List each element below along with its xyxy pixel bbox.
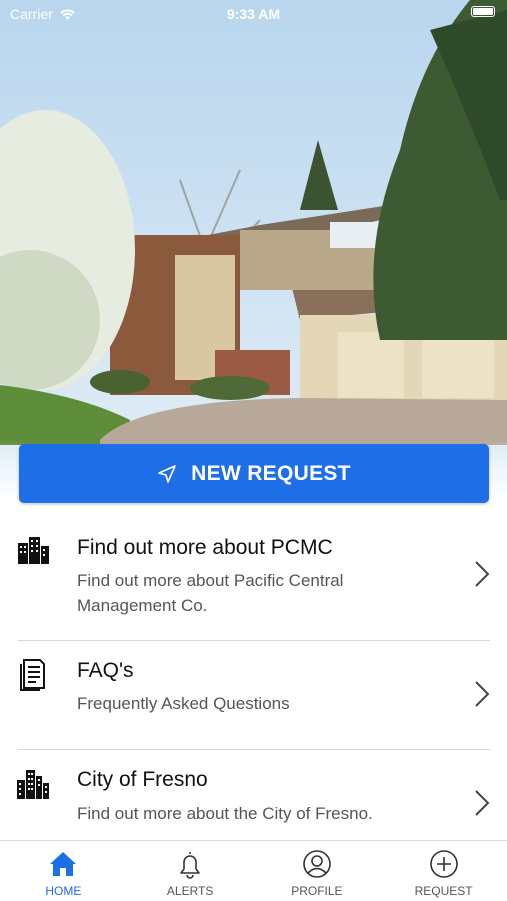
tab-profile[interactable]: PROFILE: [254, 841, 381, 901]
chevron-right-icon: [475, 790, 490, 816]
list-item-subtitle: Find out more about the City of Fresno.: [77, 804, 373, 823]
document-icon: [20, 659, 45, 691]
list-item-title: Find out more about PCMC: [77, 536, 333, 559]
buildings-icon: [18, 537, 49, 564]
status-bar: Carrier 9:33 AM: [0, 0, 507, 28]
list-item-fresno[interactable]: City of Fresno Find out more about the C…: [0, 749, 507, 849]
tab-label: REQUEST: [414, 884, 473, 898]
list-item-subtitle: Frequently Asked Questions: [77, 694, 290, 713]
list-item-faq[interactable]: FAQ's Frequently Asked Questions: [0, 640, 507, 749]
list-item-pcmc[interactable]: Find out more about PCMC Find out more a…: [0, 512, 507, 640]
new-request-label: NEW REQUEST: [191, 461, 351, 485]
bell-icon: [180, 852, 200, 879]
new-request-button[interactable]: NEW REQUEST: [19, 444, 489, 503]
info-list: Find out more about PCMC Find out more a…: [0, 512, 507, 849]
status-time: 9:33 AM: [226, 6, 281, 22]
user-circle-icon: [303, 850, 331, 878]
home-icon: [50, 852, 77, 876]
tab-label: PROFILE: [291, 884, 343, 898]
city-icon: [17, 770, 49, 799]
battery-icon: [471, 6, 495, 17]
tab-label: ALERTS: [166, 884, 214, 898]
tab-bar: HOME ALERTS PROFILE REQUEST: [0, 840, 507, 901]
tab-request[interactable]: REQUEST: [380, 841, 507, 901]
list-item-subtitle: Find out more about Pacific Central Mana…: [77, 571, 344, 615]
tab-alerts[interactable]: ALERTS: [127, 841, 254, 901]
chevron-right-icon: [475, 681, 490, 707]
list-item-title: FAQ's: [77, 659, 134, 682]
list-item-title: City of Fresno: [77, 768, 208, 791]
tab-home[interactable]: HOME: [0, 841, 127, 901]
plus-circle-icon: [429, 850, 458, 878]
hero-photo: [0, 0, 507, 500]
paper-plane-icon: [158, 464, 176, 483]
chevron-right-icon: [475, 561, 490, 587]
tab-label: HOME: [45, 884, 82, 898]
